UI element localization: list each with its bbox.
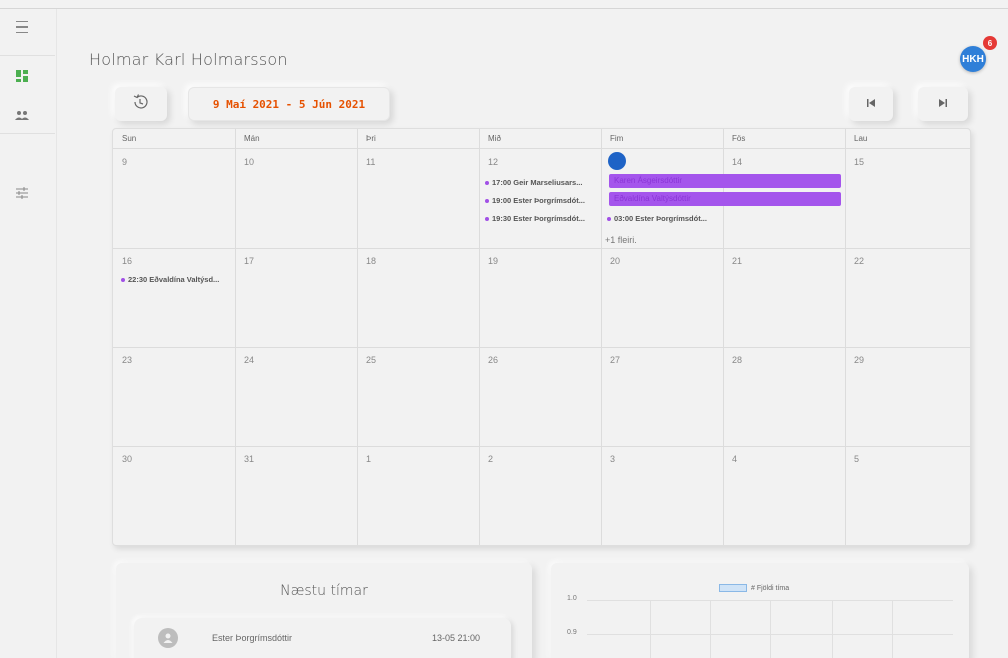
upcoming-panel: Næstu tímar Ester Þorgrímsdóttir 13-05 2… (116, 563, 532, 658)
date-range-button[interactable]: 9 Maí 2021 - 5 Jún 2021 (188, 87, 390, 121)
day-number[interactable]: 21 (732, 256, 742, 266)
skip-previous-icon (866, 95, 876, 113)
event-label: 22:30 Eðvaldína Valtýsd... (128, 275, 220, 284)
day-number[interactable]: 9 (122, 157, 127, 167)
weekday-label: Fös (732, 134, 746, 143)
grid-line (113, 446, 970, 447)
day-number[interactable]: 20 (610, 256, 620, 266)
weekday-label: Mán (244, 134, 260, 143)
day-number[interactable]: 3 (610, 454, 615, 464)
day-number[interactable]: 10 (244, 157, 254, 167)
weekday-label: Þri (366, 134, 376, 143)
appointment-name: Ester Þorgrímsdóttir (212, 633, 293, 643)
day-number[interactable]: 17 (244, 256, 254, 266)
people-icon[interactable] (12, 105, 32, 125)
event-dot (607, 217, 611, 222)
allday-event[interactable]: Eðvaldína Valtýsdóttir (609, 192, 841, 206)
grid-line (113, 248, 970, 249)
event-dot (121, 278, 125, 283)
calendar-event[interactable]: 03:00 Ester Þorgrímsdót... (607, 214, 721, 223)
grid-line (601, 129, 602, 545)
weekday-label: Lau (854, 134, 868, 143)
history-icon (132, 93, 150, 116)
nav-divider (0, 133, 55, 134)
nav-divider (0, 55, 55, 56)
day-number[interactable]: 11 (366, 157, 375, 167)
event-dot (485, 217, 489, 222)
upcoming-title: Næstu tímar (280, 583, 368, 599)
month-calendar: Sun Mán Þri Mið Fim Fös Lau 9 10 11 12 1… (112, 128, 971, 546)
allday-event[interactable]: Karen Ásgeirsdóttir (609, 174, 841, 188)
grid-line (235, 129, 236, 545)
grid-line (479, 129, 480, 545)
menu-icon[interactable] (12, 17, 32, 37)
event-label: 03:00 Ester Þorgrímsdót... (614, 214, 707, 223)
event-dot (485, 199, 489, 204)
weekday-label: Sun (122, 134, 137, 143)
grid-line (650, 600, 651, 658)
person-icon (158, 628, 178, 648)
day-number[interactable]: 30 (122, 454, 132, 464)
event-label: 17:00 Geir Marseliusars... (492, 178, 583, 187)
grid-line (832, 600, 833, 658)
calendar-event[interactable]: 17:00 Geir Marseliusars... (485, 178, 599, 187)
day-number[interactable]: 2 (488, 454, 493, 464)
avatar[interactable]: HKH (960, 46, 986, 72)
weekday-header: Sun Mán Þri Mið Fim Fös Lau (113, 129, 970, 149)
calendar-event[interactable]: 22:30 Eðvaldína Valtýsd... (121, 275, 233, 284)
calendar-event[interactable]: 19:30 Ester Þorgrímsdót... (485, 214, 599, 223)
day-number[interactable]: 29 (854, 355, 864, 365)
side-nav (0, 9, 57, 658)
day-number[interactable]: 15 (854, 157, 864, 167)
day-number[interactable]: 12 (488, 157, 498, 167)
day-number[interactable]: 23 (122, 355, 132, 365)
day-number[interactable]: 14 (732, 157, 742, 167)
chart-legend[interactable]: # Fjöldi tíma (719, 584, 789, 592)
day-number[interactable]: 1 (366, 454, 371, 464)
y-tick-label: 0.9 (567, 629, 577, 636)
grid-line (710, 600, 711, 658)
day-number[interactable]: 25 (366, 355, 376, 365)
previous-button[interactable] (849, 87, 893, 121)
event-label: 19:00 Ester Þorgrímsdót... (492, 196, 585, 205)
event-dot (485, 181, 489, 186)
grid-line (892, 600, 893, 658)
day-number[interactable]: 28 (732, 355, 742, 365)
legend-swatch (719, 584, 747, 592)
appointment-item[interactable]: Ester Þorgrímsdóttir 13-05 21:00 (134, 618, 511, 658)
day-number[interactable]: 22 (854, 256, 864, 266)
top-divider (0, 8, 1008, 9)
grid-line (770, 600, 771, 658)
today-marker[interactable]: 13 (608, 152, 626, 170)
grid-line (113, 347, 970, 348)
dashboard-icon[interactable] (12, 66, 32, 86)
day-number[interactable]: 4 (732, 454, 737, 464)
skip-next-icon (938, 95, 948, 113)
more-events-link[interactable]: +1 fleiri. (605, 235, 637, 245)
day-number[interactable]: 18 (366, 256, 376, 266)
next-button[interactable] (918, 87, 968, 121)
grid-line (845, 129, 846, 545)
notification-badge: 6 (983, 36, 997, 50)
page-title: Holmar Karl Holmarsson (89, 50, 288, 69)
grid-line (357, 129, 358, 545)
day-number[interactable]: 16 (122, 256, 132, 266)
day-number[interactable]: 31 (244, 454, 254, 464)
day-number[interactable]: 19 (488, 256, 498, 266)
weekday-label: Fim (610, 134, 624, 143)
day-number[interactable]: 24 (244, 355, 254, 365)
sliders-icon[interactable] (12, 183, 32, 203)
history-button[interactable] (115, 87, 167, 121)
day-number[interactable]: 26 (488, 355, 498, 365)
appointment-time: 13-05 21:00 (432, 633, 481, 643)
calendar-event[interactable]: 19:00 Ester Þorgrímsdót... (485, 196, 599, 205)
day-number[interactable]: 5 (854, 454, 859, 464)
appointments-chart: # Fjöldi tíma 1.0 0.9 (551, 563, 969, 658)
weekday-label: Mið (488, 134, 501, 143)
event-label: 19:30 Ester Þorgrímsdót... (492, 214, 585, 223)
day-number[interactable]: 27 (610, 355, 620, 365)
legend-label: # Fjöldi tíma (751, 584, 790, 592)
y-tick-label: 1.0 (567, 595, 577, 602)
